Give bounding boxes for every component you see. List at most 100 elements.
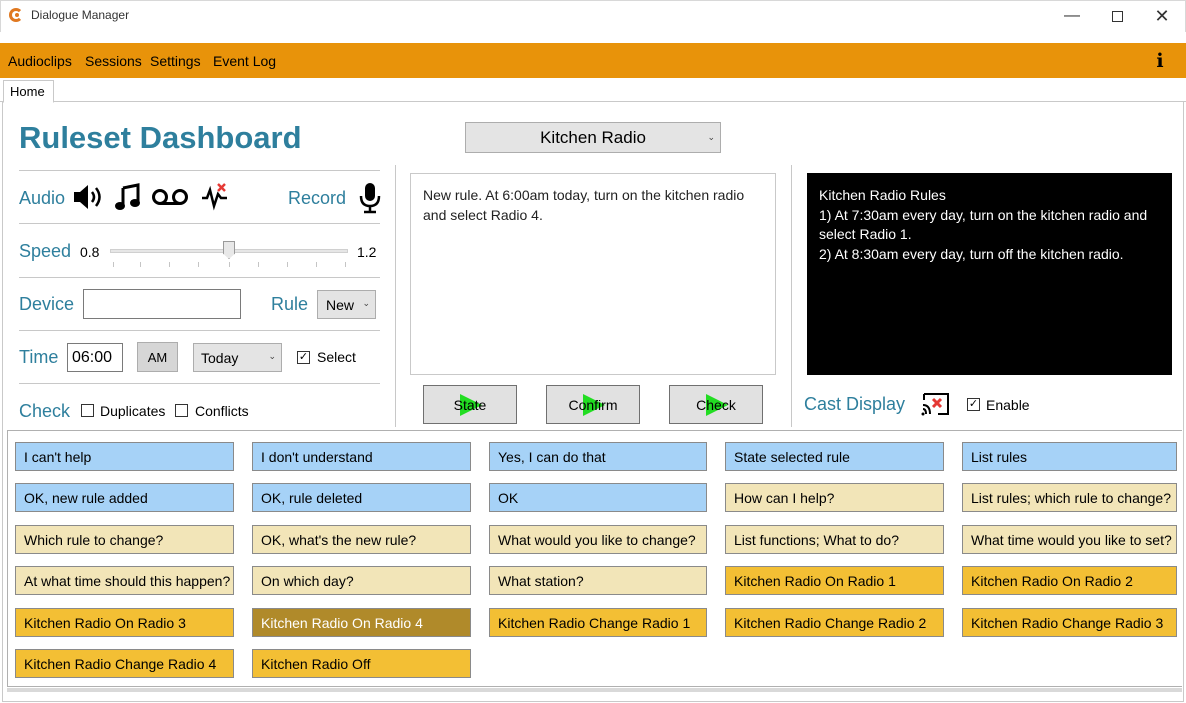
audio-label: Audio — [19, 188, 66, 208]
menu-sessions[interactable]: Sessions — [85, 53, 142, 69]
rules-display: Kitchen Radio Rules 1) At 7:30am every d… — [807, 173, 1172, 375]
phrase-button[interactable]: At what time should this happen? — [15, 566, 234, 595]
maximize-icon[interactable] — [1094, 0, 1140, 32]
rule-select-value: New — [326, 297, 355, 313]
phrase-button[interactable]: What station? — [489, 566, 707, 595]
voicemail-icon[interactable] — [151, 186, 189, 208]
phrase-button[interactable]: Kitchen Radio On Radio 1 — [725, 566, 944, 595]
phrase-button[interactable]: Kitchen Radio Change Radio 2 — [725, 608, 944, 637]
menu-audioclips[interactable]: Audioclips — [8, 53, 72, 69]
speed-min-label: 0.8 — [80, 244, 100, 260]
device-label: Device — [19, 294, 75, 314]
phrase-button[interactable]: How can I help? — [725, 483, 944, 512]
horizontal-scrollbar[interactable] — [7, 688, 1182, 692]
slider-tick — [345, 262, 346, 267]
am-pm-toggle[interactable]: AM — [137, 342, 178, 372]
phrase-button[interactable]: Kitchen Radio Change Radio 1 — [489, 608, 707, 637]
slider-tick — [229, 262, 230, 267]
close-icon[interactable]: ✕ — [1139, 0, 1185, 32]
phrase-button[interactable]: OK, rule deleted — [252, 483, 471, 512]
info-icon[interactable]: i — [1150, 50, 1170, 72]
enable-cast-checkbox[interactable]: ✓ — [967, 398, 980, 411]
select-checkbox-label: Select — [317, 349, 356, 365]
phrase-button[interactable]: What would you like to change? — [489, 525, 707, 554]
phrase-button[interactable]: OK — [489, 483, 707, 512]
check-button[interactable]: Check — [669, 385, 763, 424]
phrase-button[interactable]: I don't understand — [252, 442, 471, 471]
duplicates-checkbox[interactable] — [81, 404, 94, 417]
phrase-button[interactable]: What time would you like to set? — [962, 525, 1177, 554]
tab-strip — [0, 78, 1186, 102]
music-note-icon[interactable] — [114, 183, 142, 211]
time-input[interactable]: 06:00 — [67, 343, 123, 372]
phrase-button[interactable]: Kitchen Radio On Radio 3 — [15, 608, 234, 637]
phrase-button[interactable]: Kitchen Radio Change Radio 4 — [15, 649, 234, 678]
phrase-button[interactable]: List functions; What to do? — [725, 525, 944, 554]
rules-display-line: 1) At 7:30am every day, turn on the kitc… — [819, 206, 1148, 243]
divider — [19, 383, 380, 384]
microphone-icon[interactable] — [359, 182, 381, 214]
speed-label: Speed — [19, 241, 72, 261]
speaker-icon[interactable] — [72, 183, 106, 211]
menu-settings[interactable]: Settings — [150, 53, 201, 69]
rule-select[interactable]: New ⌄ — [317, 290, 376, 319]
chevron-down-icon: ⌄ — [268, 351, 276, 361]
slider-tick — [258, 262, 259, 267]
rules-display-line: 2) At 8:30am every day, turn off the kit… — [819, 245, 1124, 262]
divider — [19, 170, 380, 171]
slider-tick — [287, 262, 288, 267]
phrase-button[interactable]: Kitchen Radio On Radio 2 — [962, 566, 1177, 595]
window-title: Dialogue Manager — [31, 8, 130, 22]
slider-tick — [169, 262, 170, 267]
slider-tick — [113, 262, 114, 267]
phrase-button[interactable]: List rules; which rule to change? — [962, 483, 1177, 512]
minimize-icon[interactable]: — — [1049, 0, 1095, 32]
phrase-button[interactable]: I can't help — [15, 442, 234, 471]
rule-label: Rule — [271, 294, 309, 314]
check-label: Check — [19, 401, 71, 421]
phrase-button[interactable]: State selected rule — [725, 442, 944, 471]
conflicts-checkbox[interactable] — [175, 404, 188, 417]
select-checkbox[interactable]: ✓ — [297, 351, 310, 364]
slider-tick — [316, 262, 317, 267]
phrase-button[interactable]: OK, new rule added — [15, 483, 234, 512]
app-logo-icon — [9, 8, 23, 22]
record-label: Record — [288, 188, 347, 208]
divider — [19, 277, 380, 278]
divider — [19, 330, 380, 331]
phrase-button[interactable]: Yes, I can do that — [489, 442, 707, 471]
state-button-label: State — [453, 396, 487, 413]
cast-off-icon[interactable] — [920, 390, 952, 418]
conflicts-checkbox-label: Conflicts — [195, 403, 249, 419]
divider-vertical — [791, 165, 792, 427]
phrase-button[interactable]: Kitchen Radio Off — [252, 649, 471, 678]
day-select[interactable]: Today ⌄ — [193, 343, 282, 372]
check-button-label: Check — [696, 396, 736, 413]
state-button[interactable]: State — [423, 385, 517, 424]
confirm-button-label: Confirm — [568, 396, 618, 413]
device-select[interactable]: Kitchen Radio ⌄ — [465, 122, 721, 153]
chevron-down-icon: ⌄ — [707, 132, 715, 142]
day-select-value: Today — [201, 350, 239, 366]
phrase-button[interactable]: List rules — [962, 442, 1177, 471]
cast-display-label: Cast Display — [804, 394, 906, 414]
phrase-button[interactable]: Kitchen Radio Change Radio 3 — [962, 608, 1177, 637]
phrase-button[interactable]: On which day? — [252, 566, 471, 595]
slider-tick — [198, 262, 199, 267]
waveform-muted-icon[interactable] — [200, 181, 230, 211]
enable-cast-checkbox-label: Enable — [986, 397, 1030, 413]
confirm-button[interactable]: Confirm — [546, 385, 640, 424]
slider-tick — [140, 262, 141, 267]
menu-event-log[interactable]: Event Log — [213, 53, 276, 69]
time-label: Time — [19, 347, 59, 367]
duplicates-checkbox-label: Duplicates — [100, 403, 166, 419]
tab-home[interactable]: Home — [3, 80, 54, 103]
speed-max-label: 1.2 — [357, 244, 377, 260]
device-input[interactable] — [83, 289, 241, 319]
title-bar — [0, 0, 1186, 32]
page-title: Ruleset Dashboard — [19, 120, 302, 155]
phrase-button[interactable]: OK, what's the new rule? — [252, 525, 471, 554]
phrase-button[interactable]: Which rule to change? — [15, 525, 234, 554]
phrase-button[interactable]: Kitchen Radio On Radio 4 — [252, 608, 471, 637]
rule-text-area[interactable]: New rule. At 6:00am today, turn on the k… — [410, 173, 776, 375]
